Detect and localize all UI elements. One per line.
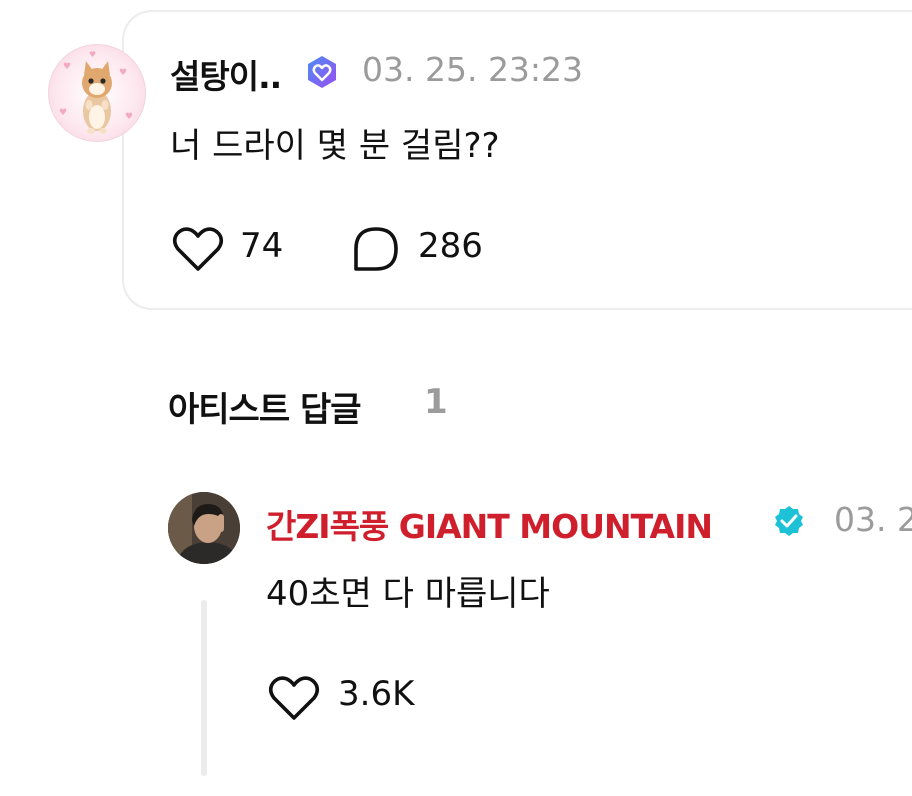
reply-like-count: 3.6K [338, 674, 415, 714]
verified-check-icon [775, 506, 803, 536]
post-text: 너 드라이 몇 분 걸림?? [170, 126, 500, 166]
chat-bubble-icon[interactable] [350, 225, 402, 275]
cat-avatar-image: ♥ ♥ ♥ ♥ ♥ [59, 50, 133, 134]
heart-icon[interactable] [170, 223, 226, 275]
artist-reply-count: 1 [424, 382, 448, 422]
artist-photo [168, 492, 240, 564]
heart-icon[interactable] [266, 672, 322, 724]
reply-timestamp: 03. 2 [834, 500, 912, 539]
post-like-count: 74 [240, 226, 284, 266]
artist-reply-section-title: 아티스트 답글 [168, 390, 362, 430]
reply-text: 40초면 다 마릅니다 [266, 574, 550, 614]
post-username[interactable]: 설탕이.. [170, 50, 282, 98]
post-comment-count: 286 [418, 226, 483, 266]
user-avatar[interactable]: ♥ ♥ ♥ ♥ ♥ [48, 44, 146, 142]
svg-text:♥: ♥ [59, 108, 67, 118]
svg-text:♥: ♥ [125, 112, 133, 122]
svg-text:♥: ♥ [119, 68, 127, 78]
artist-avatar[interactable] [168, 492, 240, 564]
artist-username[interactable]: 간ZI폭풍 GIANT MOUNTAIN [266, 500, 713, 548]
svg-text:♥: ♥ [63, 62, 71, 72]
reply-thread-line [201, 600, 207, 776]
svg-text:♥: ♥ [89, 50, 96, 59]
post-timestamp: 03. 25. 23:23 [362, 50, 584, 89]
verified-heart-icon [308, 56, 336, 88]
